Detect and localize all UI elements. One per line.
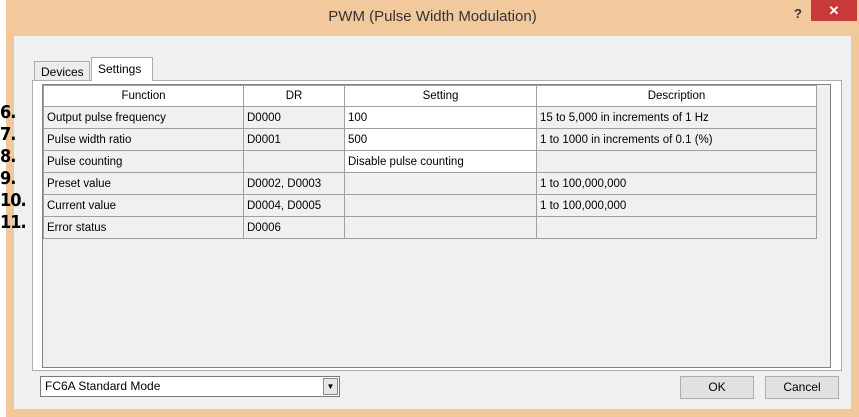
row-number-label: 11. — [0, 212, 27, 233]
dr-cell: D0006 — [243, 216, 345, 239]
dr-cell: D0001 — [243, 128, 345, 151]
description-cell: 1 to 100,000,000 — [536, 194, 817, 217]
dr-cell — [243, 150, 345, 173]
settings-grid: Function DR Setting Description Output p… — [42, 84, 831, 368]
function-cell: Preset value — [43, 172, 244, 195]
mode-dropdown-value: FC6A Standard Mode — [45, 379, 161, 393]
ok-button[interactable]: OK — [680, 376, 754, 399]
setting-input[interactable]: 500 — [344, 128, 537, 151]
column-header-setting: Setting — [344, 85, 537, 107]
description-cell — [536, 216, 817, 239]
table-row[interactable]: Pulse width ratio D0001 500 1 to 1000 in… — [43, 128, 817, 151]
dr-cell: D0004, D0005 — [243, 194, 345, 217]
function-cell: Current value — [43, 194, 244, 217]
description-cell: 1 to 100,000,000 — [536, 172, 817, 195]
table-header-row: Function DR Setting Description — [43, 85, 817, 107]
table-row[interactable]: Error status D0006 — [43, 216, 817, 239]
mode-dropdown[interactable]: FC6A Standard Mode ▼ — [40, 376, 340, 397]
description-cell: 1 to 1000 in increments of 0.1 (%) — [536, 128, 817, 151]
help-button[interactable]: ? — [788, 5, 808, 23]
table-row[interactable]: Preset value D0002, D0003 1 to 100,000,0… — [43, 172, 817, 195]
setting-input[interactable]: 100 — [344, 106, 537, 129]
tab-settings[interactable]: Settings — [91, 57, 153, 81]
tab-devices[interactable]: Devices — [34, 61, 90, 81]
close-button[interactable]: ✕ — [811, 0, 857, 21]
setting-cell — [344, 216, 537, 239]
function-cell: Error status — [43, 216, 244, 239]
table-row[interactable]: Current value D0004, D0005 1 to 100,000,… — [43, 194, 817, 217]
column-header-description: Description — [536, 85, 817, 107]
settings-table: Function DR Setting Description Output p… — [43, 85, 817, 239]
row-number-label: 7. — [0, 124, 16, 145]
cancel-button[interactable]: Cancel — [765, 376, 839, 399]
window-title: PWM (Pulse Width Modulation) — [328, 8, 537, 25]
dr-cell: D0000 — [243, 106, 345, 129]
row-number-label: 10. — [0, 190, 27, 211]
dr-cell: D0002, D0003 — [243, 172, 345, 195]
setting-cell — [344, 172, 537, 195]
settings-panel: Function DR Setting Description Output p… — [32, 80, 842, 371]
column-header-function: Function — [43, 85, 244, 107]
table-row[interactable]: Output pulse frequency D0000 100 15 to 5… — [43, 106, 817, 129]
setting-select[interactable]: Disable pulse counting — [344, 150, 537, 173]
dialog-window: PWM (Pulse Width Modulation) ? ✕ Devices… — [6, 0, 859, 417]
title-bar[interactable]: PWM (Pulse Width Modulation) ? ✕ — [6, 0, 859, 36]
dialog-client-area: Devices Settings Function DR Setting Des… — [14, 36, 851, 409]
row-number-label: 9. — [0, 168, 16, 189]
dropdown-arrow-icon[interactable]: ▼ — [323, 378, 338, 395]
function-cell: Pulse counting — [43, 150, 244, 173]
function-cell: Output pulse frequency — [43, 106, 244, 129]
function-cell: Pulse width ratio — [43, 128, 244, 151]
column-header-dr: DR — [243, 85, 345, 107]
description-cell: 15 to 5,000 in increments of 1 Hz — [536, 106, 817, 129]
table-row[interactable]: Pulse counting Disable pulse counting — [43, 150, 817, 173]
row-number-label: 8. — [0, 146, 16, 167]
description-cell — [536, 150, 817, 173]
row-number-label: 6. — [0, 102, 16, 123]
setting-cell — [344, 194, 537, 217]
